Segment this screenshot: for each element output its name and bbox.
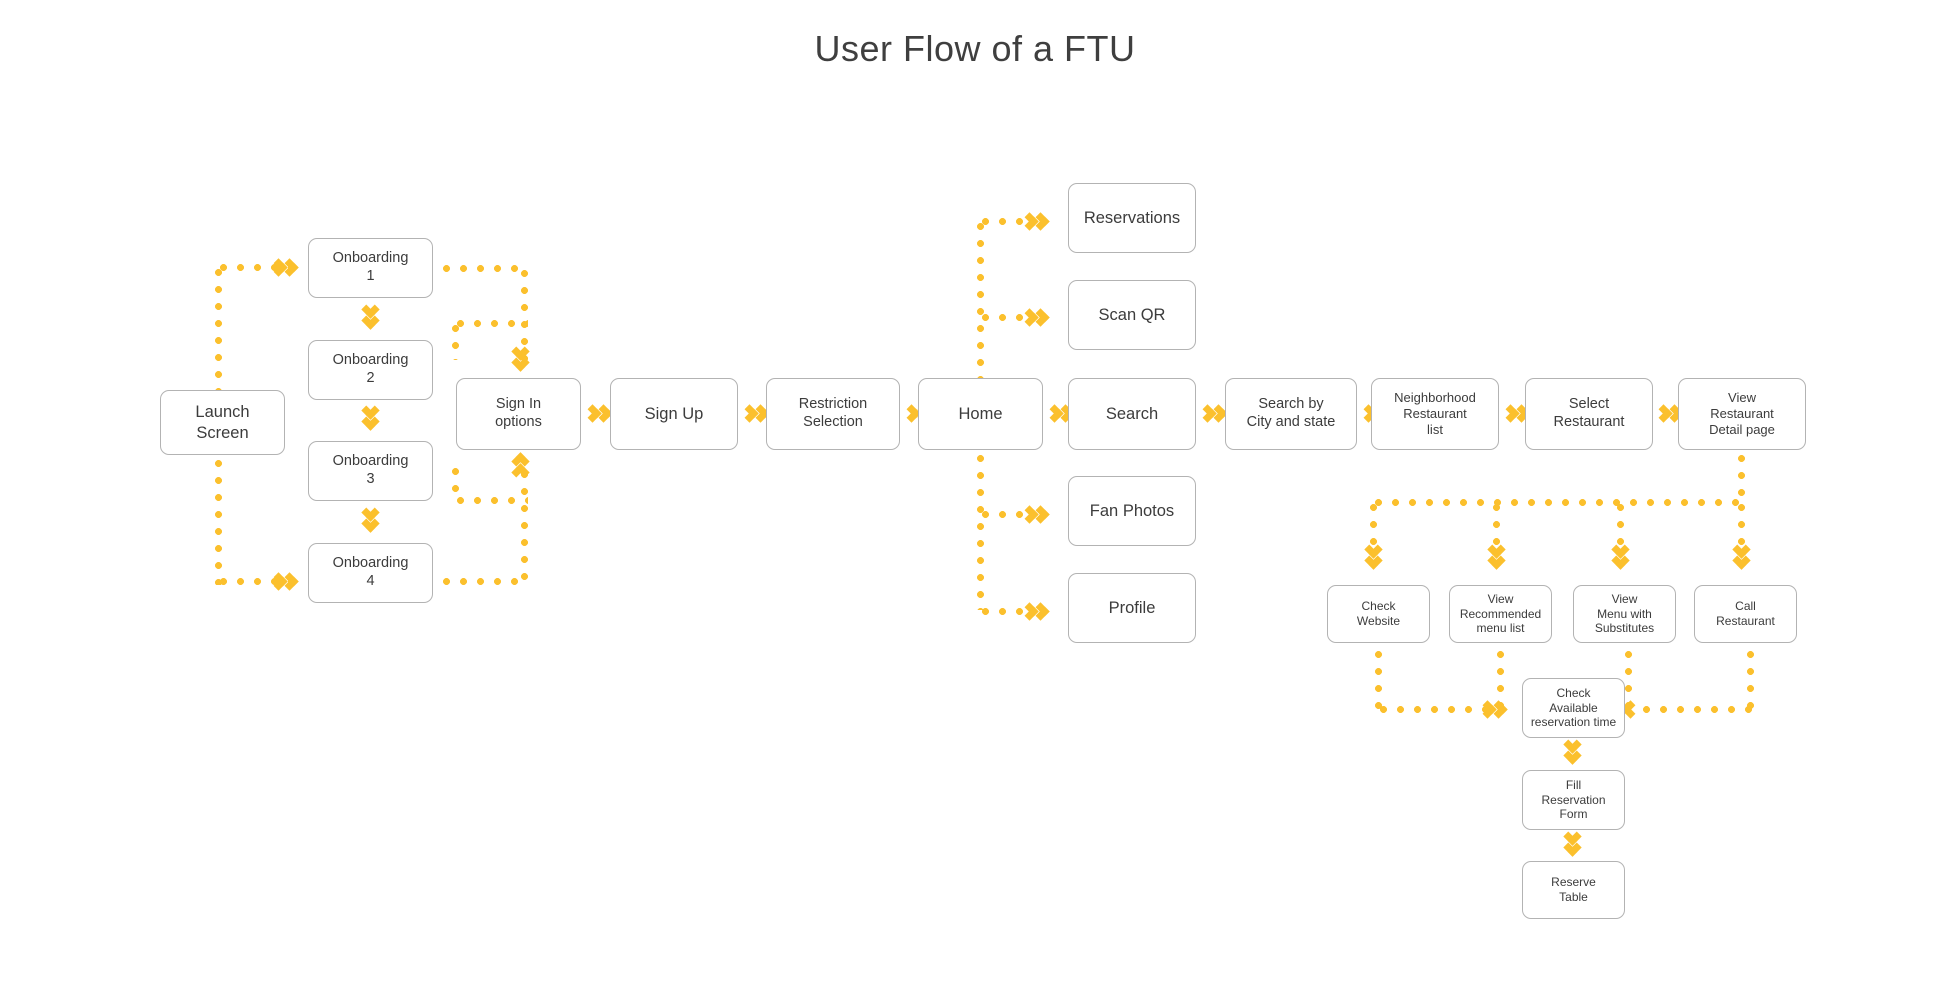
node-fill-reservation-form[interactable]: Fill Reservation Form [1522,770,1625,830]
node-onboarding-1[interactable]: Onboarding 1 [308,238,433,298]
connector-detail-fanout-bus [1370,499,1742,506]
double-chevron-down-icon [1558,827,1588,860]
connector-launch-to-onboarding4-vertical [215,455,222,585]
connector-onboarding4-out-horizontal [438,578,528,585]
connector-onboarding1-out-horizontal [438,265,528,272]
connector-detail-down-to-bus [1738,450,1745,502]
double-chevron-right-icon [1478,695,1511,725]
connector-right-pair-into-reservation-time [1638,706,1753,713]
node-check-website[interactable]: Check Website [1327,585,1430,643]
node-search-by-city-and-state[interactable]: Search by City and state [1225,378,1357,450]
page-title: User Flow of a FTU [814,28,1136,69]
node-select-restaurant[interactable]: Select Restaurant [1525,378,1653,450]
node-home[interactable]: Home [918,378,1043,450]
node-onboarding-3[interactable]: Onboarding 3 [308,441,433,501]
node-view-recommended-menu-list[interactable]: View Recommended menu list [1449,585,1552,643]
node-check-available-reservation-time[interactable]: Check Available reservation time [1522,678,1625,738]
node-search[interactable]: Search [1068,378,1196,450]
connector-check-website-down [1375,646,1382,710]
double-chevron-right-icon [1020,597,1053,627]
double-chevron-down-icon [356,300,386,333]
double-chevron-right-icon [269,567,302,597]
node-profile[interactable]: Profile [1068,573,1196,643]
node-sign-in-options[interactable]: Sign In options [456,378,581,450]
double-chevron-right-icon [269,253,302,283]
connector-onboarding2-out-horizontal [452,320,528,327]
node-restriction-selection[interactable]: Restriction Selection [766,378,900,450]
connector-call-restaurant-down [1747,646,1754,710]
double-chevron-down-icon [1558,735,1588,768]
node-reservations[interactable]: Reservations [1068,183,1196,253]
node-sign-up[interactable]: Sign Up [610,378,738,450]
connector-onboarding3-out-vertical [452,463,459,501]
connector-onboarding2-out-vertical [452,320,459,360]
flow-diagram-canvas: User Flow of a FTU Launch Screen Onboard… [0,0,1950,1000]
connector-home-trunk-lower [977,450,984,610]
connector-onboarding3-out-horizontal [452,497,528,504]
node-view-menu-with-substitutes[interactable]: View Menu with Substitutes [1573,585,1676,643]
connector-launch-to-onboarding1-vertical [215,264,222,392]
node-fan-photos[interactable]: Fan Photos [1068,476,1196,546]
node-reserve-table[interactable]: Reserve Table [1522,861,1625,919]
double-chevron-down-icon [1727,540,1757,573]
double-chevron-right-icon [1020,500,1053,530]
node-neighborhood-restaurant-list[interactable]: Neighborhood Restaurant list [1371,378,1499,450]
double-chevron-down-icon [1482,540,1512,573]
node-onboarding-4[interactable]: Onboarding 4 [308,543,433,603]
double-chevron-down-icon [356,503,386,536]
node-launch-screen[interactable]: Launch Screen [160,390,285,455]
node-onboarding-2[interactable]: Onboarding 2 [308,340,433,400]
double-chevron-right-icon [1020,303,1053,333]
node-call-restaurant[interactable]: Call Restaurant [1694,585,1797,643]
double-chevron-down-icon [1359,540,1389,573]
double-chevron-down-icon [1606,540,1636,573]
node-scan-qr[interactable]: Scan QR [1068,280,1196,350]
double-chevron-down-icon [506,342,536,375]
connector-home-trunk-upper [977,218,984,378]
double-chevron-right-icon [1020,207,1053,237]
node-view-restaurant-detail-page[interactable]: View Restaurant Detail page [1678,378,1806,450]
double-chevron-up-icon [506,452,536,485]
double-chevron-down-icon [356,401,386,434]
